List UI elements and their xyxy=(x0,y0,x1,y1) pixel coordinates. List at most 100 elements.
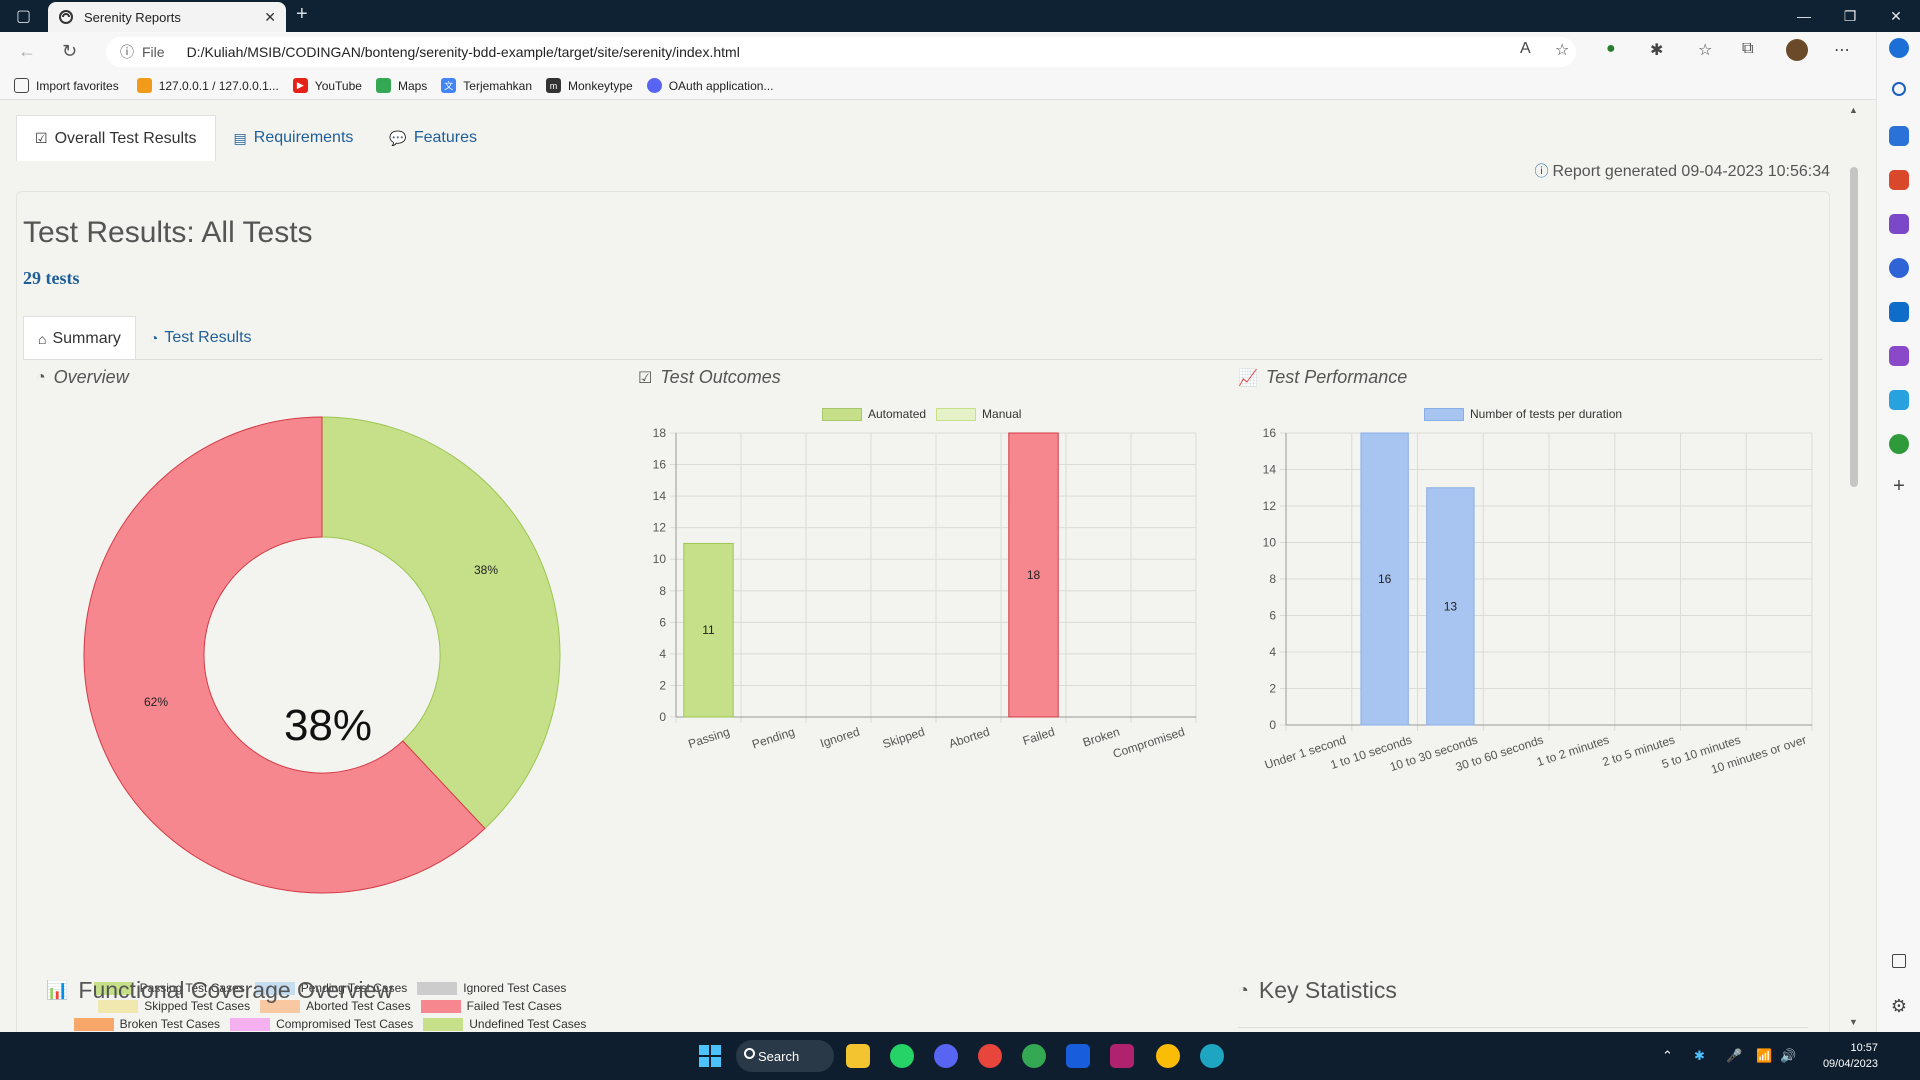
outlook-icon[interactable] xyxy=(1889,302,1909,322)
chrome-profile-2-icon[interactable] xyxy=(1022,1044,1046,1068)
extensions-puzzle-icon[interactable]: ✱ xyxy=(1650,40,1663,60)
slice-label-failed: 62% xyxy=(144,695,169,709)
tab-requirements[interactable]: ▤ Requirements xyxy=(216,115,372,161)
tab-test-results[interactable]: ◔ Test Results xyxy=(136,316,266,360)
add-sidebar-app-icon[interactable]: + xyxy=(1889,476,1909,496)
tab-summary[interactable]: ⌂ Summary xyxy=(23,316,136,360)
chrome-profile-3-icon[interactable] xyxy=(1156,1044,1180,1068)
minimize-icon[interactable]: — xyxy=(1782,0,1826,32)
whatsapp-icon[interactable] xyxy=(890,1044,914,1068)
donut-center-label: 38% xyxy=(283,701,373,750)
legend-label-automated: Automated xyxy=(868,407,927,421)
url-text: D:/Kuliah/MSIB/CODINGAN/bonteng/serenity… xyxy=(186,44,740,60)
taskbar-clock[interactable]: 10:57 09/04/2023 xyxy=(1823,1040,1878,1072)
scrollbar-thumb[interactable] xyxy=(1850,167,1858,487)
browser-tab-serenity[interactable]: Serenity Reports ✕ xyxy=(48,2,286,32)
bookmark-maps[interactable]: Maps xyxy=(375,78,427,93)
scroll-down-icon[interactable]: ▼ xyxy=(1849,1017,1858,1027)
collections-icon[interactable]: ⧉ xyxy=(1742,40,1753,58)
designer-icon[interactable] xyxy=(1889,346,1909,366)
more-menu-icon[interactable]: ⋯ xyxy=(1834,40,1850,60)
discord-icon[interactable] xyxy=(934,1044,958,1068)
clock-time: 10:57 xyxy=(1850,1042,1878,1054)
intellij-icon[interactable] xyxy=(1110,1044,1134,1068)
y-tick-label: 0 xyxy=(659,710,666,724)
legend-item[interactable]: Ignored Test Cases xyxy=(417,981,566,995)
read-aloud-icon[interactable]: A xyxy=(1520,40,1531,58)
url-scheme-label: File xyxy=(142,44,165,60)
x-tick-label: 1 to 2 minutes xyxy=(1535,733,1611,770)
bookmark-translate[interactable]: 文 Terjemahkan xyxy=(441,78,532,93)
volume-icon[interactable]: 🔊 xyxy=(1780,1048,1796,1064)
legend-swatch xyxy=(417,981,458,995)
legend-label-manual: Manual xyxy=(982,407,1022,421)
tools-briefcase-icon[interactable] xyxy=(1889,170,1909,190)
scroll-up-icon[interactable]: ▲ xyxy=(1849,105,1858,115)
clock-date: 09/04/2023 xyxy=(1822,1058,1878,1070)
hide-sidebar-icon[interactable] xyxy=(1892,954,1906,968)
browser-title-bar: ▢ Serenity Reports ✕ + — ❐ ✕ xyxy=(0,0,1920,32)
outcomes-bar-chart: 0 2 4 6 8 10 12 14 16 18 11 18 Passing Pending Ignored… xyxy=(653,426,1197,761)
wifi-icon[interactable]: 📶 xyxy=(1756,1048,1772,1064)
windows-start-icon[interactable] xyxy=(698,1044,722,1068)
y-tick-label: 4 xyxy=(659,647,666,661)
settings-gear-icon[interactable]: ⚙ xyxy=(1889,996,1909,1016)
address-toolbar: ← ↻ ⓘ File D:/Kuliah/MSIB/CODINGAN/bonte… xyxy=(0,32,1876,72)
list-book-icon: ▤ xyxy=(233,129,247,146)
tray-overflow-icon[interactable]: ⌃ xyxy=(1662,1048,1673,1064)
youtube-icon: ▶ xyxy=(292,78,308,93)
overview-panel-title: ◔ Overview xyxy=(36,367,129,387)
bookmark-youtube[interactable]: ▶ YouTube xyxy=(292,78,362,93)
bing-copilot-icon[interactable] xyxy=(1889,38,1909,58)
favorite-star-icon[interactable]: ☆ xyxy=(1555,40,1569,60)
page-scrollbar[interactable]: ▲ ▼ xyxy=(1846,101,1876,1032)
bookmark-import-favorites[interactable]: Import favorites xyxy=(14,78,119,93)
bookmark-phpmyadmin[interactable]: 127.0.0.1 / 127.0.0.1... xyxy=(136,78,279,93)
info-icon: ⓘ xyxy=(1534,163,1549,179)
new-tab-icon[interactable]: + xyxy=(296,3,308,26)
file-explorer-icon[interactable] xyxy=(846,1044,870,1068)
tab-overall-test-results[interactable]: ☑ Overall Test Results xyxy=(16,115,216,161)
address-bar-input[interactable]: ⓘ File D:/Kuliah/MSIB/CODINGAN/bonteng/s… xyxy=(106,37,1576,67)
tab-actions-icon[interactable]: ▢ xyxy=(16,6,31,26)
legend-swatch xyxy=(73,1017,114,1031)
site-info-icon[interactable]: ⓘ xyxy=(120,42,134,62)
telegram-icon[interactable] xyxy=(1889,390,1909,410)
legend-item[interactable]: Compromised Test Cases xyxy=(230,1017,413,1031)
test-count[interactable]: 29 tests xyxy=(23,268,80,289)
back-icon[interactable]: ← xyxy=(18,41,36,62)
profile-avatar[interactable] xyxy=(1786,39,1808,61)
favorites-icon[interactable]: ☆ xyxy=(1698,40,1712,60)
chrome-profile-1-icon[interactable] xyxy=(978,1044,1002,1068)
edge-icon[interactable] xyxy=(1200,1044,1224,1068)
tree-icon[interactable] xyxy=(1889,434,1909,454)
serenity-favicon-icon xyxy=(59,10,73,24)
extension-icon[interactable]: ● xyxy=(1606,40,1616,58)
games-icon[interactable] xyxy=(1889,214,1909,234)
performance-legend: Number of tests per duration xyxy=(1424,407,1622,421)
bookmark-oauth[interactable]: OAuth application... xyxy=(646,78,773,93)
close-window-icon[interactable]: ✕ xyxy=(1874,0,1918,32)
slice-label-passing: 38% xyxy=(474,563,499,577)
legend-item[interactable]: Failed Test Cases xyxy=(420,999,562,1013)
bitwarden-icon[interactable] xyxy=(1066,1044,1090,1068)
office-icon[interactable] xyxy=(1889,258,1909,278)
tab-features[interactable]: 💬 Features xyxy=(371,115,495,161)
legend-swatch xyxy=(420,999,461,1013)
taskbar-search[interactable]: Search xyxy=(736,1040,834,1072)
search-icon[interactable] xyxy=(1892,82,1906,96)
bookmark-monkeytype[interactable]: m Monkeytype xyxy=(546,78,633,93)
functional-coverage-title: 📊 Functional Coverage Overview xyxy=(46,977,393,1003)
legend-item[interactable]: Broken Test Cases xyxy=(73,1017,220,1031)
legend-swatch-manual xyxy=(936,407,977,421)
shopping-tag-icon[interactable] xyxy=(1889,126,1909,146)
close-tab-icon[interactable]: ✕ xyxy=(264,9,276,26)
y-tick-label: 4 xyxy=(1269,645,1276,659)
import-icon xyxy=(14,78,29,93)
refresh-icon[interactable]: ↻ xyxy=(62,41,77,62)
x-tick-label: Passing xyxy=(686,725,731,752)
restore-icon[interactable]: ❐ xyxy=(1828,0,1872,32)
bluetooth-icon[interactable]: ✱ xyxy=(1694,1048,1705,1064)
legend-item[interactable]: Undefined Test Cases xyxy=(423,1017,586,1031)
microphone-icon[interactable]: 🎤 xyxy=(1726,1048,1742,1064)
